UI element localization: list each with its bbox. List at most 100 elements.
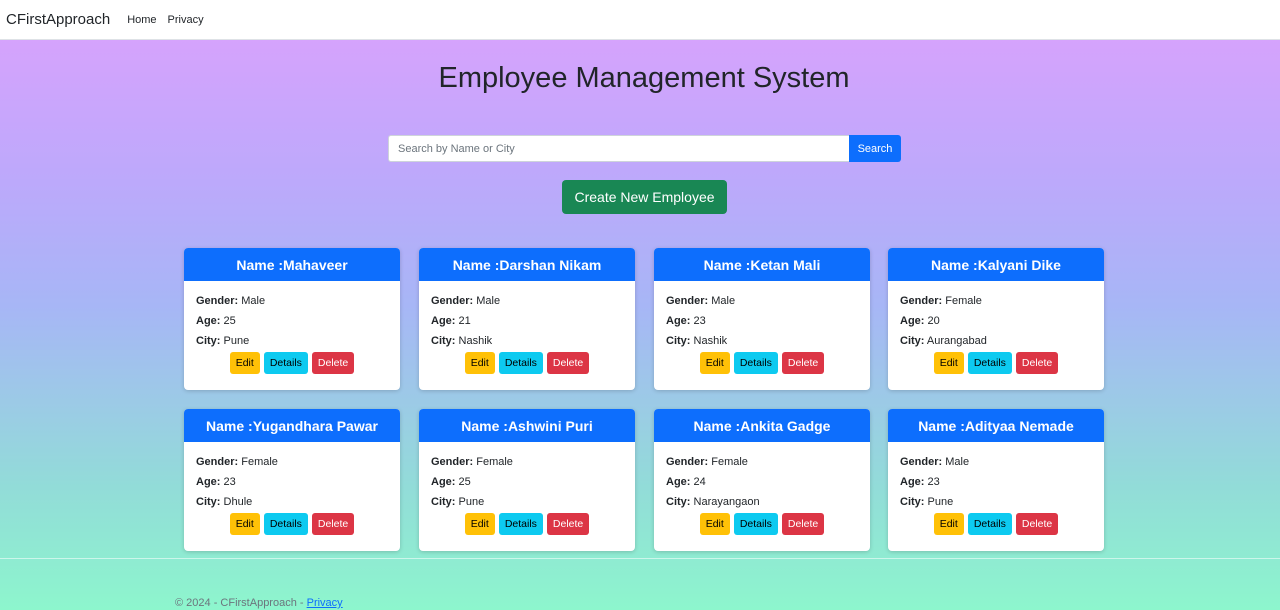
details-button[interactable]: Details — [498, 352, 543, 374]
edit-button[interactable]: Edit — [464, 513, 495, 535]
employee-card: Name : Ashwini Puri Gender: Female Age: … — [419, 409, 635, 551]
details-button[interactable]: Details — [967, 352, 1012, 374]
employee-age: 23 — [693, 315, 706, 327]
gender-label: Gender: — [196, 295, 239, 307]
employee-age-row: Age: 25 — [196, 311, 388, 331]
edit-button[interactable]: Edit — [699, 513, 730, 535]
employee-name-prefix: Name : — [461, 417, 508, 434]
age-label: Age: — [900, 315, 925, 327]
city-label: City: — [900, 335, 925, 347]
employee-gender-row: Gender: Male — [196, 291, 388, 311]
delete-button[interactable]: Delete — [781, 513, 825, 535]
navbar-brand[interactable]: CFirstApproach — [6, 11, 110, 28]
employee-age: 20 — [927, 315, 940, 327]
employee-card-body: Gender: Male Age: 21 City: Nashik Edit D… — [419, 281, 635, 374]
edit-button[interactable]: Edit — [933, 513, 964, 535]
employee-name-prefix: Name : — [931, 256, 978, 273]
employee-city-row: City: Nashik — [431, 331, 623, 351]
employee-card-header: Name : Adityaa Nemade — [888, 409, 1104, 442]
nav-link-privacy[interactable]: Privacy — [168, 14, 204, 26]
city-label: City: — [666, 335, 691, 347]
age-label: Age: — [196, 315, 221, 327]
delete-button[interactable]: Delete — [546, 352, 590, 374]
employee-card: Name : Kalyani Dike Gender: Female Age: … — [888, 248, 1104, 390]
details-button[interactable]: Details — [733, 513, 778, 535]
employee-card-header: Name : Yugandhara Pawar — [184, 409, 400, 442]
delete-button[interactable]: Delete — [781, 352, 825, 374]
details-button[interactable]: Details — [263, 352, 308, 374]
employee-card-header: Name : Ashwini Puri — [419, 409, 635, 442]
employee-card-actions: Edit Details Delete — [431, 513, 623, 535]
employee-name-prefix: Name : — [703, 256, 751, 273]
edit-button[interactable]: Edit — [699, 352, 730, 374]
city-label: City: — [666, 496, 691, 508]
delete-button[interactable]: Delete — [1015, 352, 1059, 374]
employee-card-header: Name : Ketan Mali — [654, 248, 870, 281]
employee-gender: Male — [476, 295, 501, 307]
employee-age-row: Age: 23 — [900, 472, 1092, 492]
gender-label: Gender: — [666, 456, 709, 468]
gender-label: Gender: — [431, 295, 474, 307]
employee-name: Mahaveer — [283, 256, 348, 273]
employee-card: Name : Yugandhara Pawar Gender: Female A… — [184, 409, 400, 551]
page-title: Employee Management System — [438, 62, 850, 94]
details-button[interactable]: Details — [733, 352, 778, 374]
employee-gender: Female — [945, 295, 982, 307]
employee-card-header: Name : Mahaveer — [184, 248, 400, 281]
employee-age: 21 — [458, 315, 471, 327]
create-new-employee-button[interactable]: Create New Employee — [562, 180, 727, 214]
footer-privacy-link[interactable]: Privacy — [307, 597, 343, 609]
employee-age-row: Age: 20 — [900, 311, 1092, 331]
city-label: City: — [196, 335, 221, 347]
edit-button[interactable]: Edit — [933, 352, 964, 374]
edit-button[interactable]: Edit — [229, 513, 260, 535]
details-button[interactable]: Details — [967, 513, 1012, 535]
footer-copyright: © 2024 - CFirstApproach - — [175, 597, 307, 609]
employee-gender-row: Gender: Female — [431, 452, 623, 472]
gender-label: Gender: — [900, 456, 943, 468]
employee-age-row: Age: 25 — [431, 472, 623, 492]
delete-button[interactable]: Delete — [546, 513, 590, 535]
employee-city: Aurangabad — [926, 335, 987, 347]
employee-age-row: Age: 21 — [431, 311, 623, 331]
employee-name-prefix: Name : — [918, 417, 965, 434]
employee-card-actions: Edit Details Delete — [196, 513, 388, 535]
age-label: Age: — [196, 476, 221, 488]
details-button[interactable]: Details — [263, 513, 308, 535]
edit-button[interactable]: Edit — [464, 352, 495, 374]
employee-name-prefix: Name : — [693, 417, 741, 434]
delete-button[interactable]: Delete — [1015, 513, 1059, 535]
search-input[interactable] — [388, 135, 849, 162]
employee-card-body: Gender: Male Age: 23 City: Nashik Edit D… — [654, 281, 870, 374]
nav-link-home[interactable]: Home — [127, 14, 156, 26]
employee-gender: Female — [476, 456, 513, 468]
employee-city-row: City: Narayangaon — [666, 492, 858, 512]
employee-card-header: Name : Darshan Nikam — [419, 248, 635, 281]
employee-city-row: City: Pune — [196, 331, 388, 351]
age-label: Age: — [900, 476, 925, 488]
employee-gender-row: Gender: Female — [666, 452, 858, 472]
employee-card-body: Gender: Male Age: 23 City: Pune Edit Det… — [888, 442, 1104, 535]
employee-city: Narayangaon — [693, 496, 760, 508]
employee-gender-row: Gender: Female — [900, 291, 1092, 311]
employee-name: Kalyani Dike — [977, 256, 1061, 273]
employee-card-actions: Edit Details Delete — [196, 352, 388, 374]
employee-gender-row: Gender: Male — [900, 452, 1092, 472]
delete-button[interactable]: Delete — [311, 513, 355, 535]
delete-button[interactable]: Delete — [311, 352, 355, 374]
edit-button[interactable]: Edit — [229, 352, 260, 374]
employee-city: Nashik — [458, 335, 493, 347]
employee-card: Name : Ketan Mali Gender: Male Age: 23 C… — [654, 248, 870, 390]
gender-label: Gender: — [666, 295, 709, 307]
search-button[interactable]: Search — [849, 135, 901, 162]
employee-city-row: City: Dhule — [196, 492, 388, 512]
employee-gender: Male — [945, 456, 970, 468]
employee-card: Name : Mahaveer Gender: Male Age: 25 Cit… — [184, 248, 400, 390]
details-button[interactable]: Details — [498, 513, 543, 535]
employee-card-body: Gender: Female Age: 24 City: Narayangaon… — [654, 442, 870, 535]
employee-city: Nashik — [693, 335, 728, 347]
employee-age: 25 — [223, 315, 236, 327]
employee-city-row: City: Pune — [431, 492, 623, 512]
city-label: City: — [431, 496, 456, 508]
employee-gender-row: Gender: Female — [196, 452, 388, 472]
